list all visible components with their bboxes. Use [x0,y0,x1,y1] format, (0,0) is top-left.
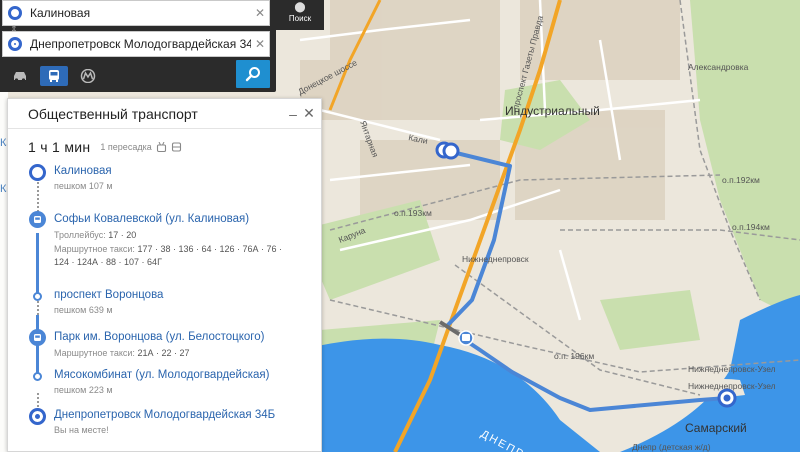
route-to-field[interactable]: Днепропетровск Молодогвардейская 34Б ✕ [2,31,270,57]
route-summary[interactable]: 1 ч 1 мин 1 пересадка [8,135,321,159]
bus-icon [49,70,59,82]
ride-segment [36,233,39,297]
step-trolleybus-routes: Троллейбус: 17 · 20 [54,230,137,240]
step-name: Парк им. Воронцова (ул. Белостоцкого) [54,331,265,343]
route-to-value: Днепропетровск Молодогвардейская 34Б [30,37,251,51]
map-district-label: Самарский [685,421,747,435]
bus-stop-marker[interactable] [458,330,474,346]
clear-icon[interactable]: ✕ [251,37,269,51]
step-name: Калиновая [54,165,112,177]
map-street-label: Александровка [688,62,749,72]
map-station-label: о.п. 196км [554,351,594,361]
end-point-icon [29,408,46,425]
step-walk-distance: пешком 223 м [54,385,113,395]
step-minibus-routes: Маршрутное такси: 21А · 22 · 27 [54,348,190,358]
step-name: Софьи Ковалевской (ул. Калиновая) [54,213,250,225]
route-duration: 1 ч 1 мин [28,139,91,155]
metro-icon [80,69,96,83]
bus-icon [171,141,181,152]
step-arrival-note: Вы на месте! [54,425,109,435]
start-point-icon [29,164,46,181]
step-walk-distance: пешком 639 м [54,305,113,315]
step-minibus-routes-cont: 124 · 124А · 88 · 107 · 64Г [54,257,162,267]
close-icon[interactable]: ✕ [301,105,317,122]
step-name: проспект Воронцова [54,289,164,301]
minimize-icon[interactable]: – [285,106,301,122]
map-station-label: Нижнеднепровск-Узел [688,381,776,391]
search-button[interactable]: ⬤ Поиск [276,0,324,30]
route-transfers: 1 пересадка [100,142,152,152]
map-pin-icon: ⬤ [294,2,306,13]
route-from-field[interactable]: Калиновая ✕ [2,0,270,26]
map-station-label: о.п.192км [722,175,760,185]
route-start-marker[interactable] [435,141,460,160]
clear-icon[interactable]: ✕ [251,6,269,20]
route-from-value: Калиновая [30,6,91,20]
route-search-box: Калиновая ✕ ⇕ Днепропетровск Молодогвард… [0,0,276,92]
search-icon [245,67,260,82]
exit-point-icon [33,372,42,381]
find-route-button[interactable] [236,60,270,88]
panel-header: Общественный транспорт – ✕ [8,99,321,129]
step-walk-distance: пешком 107 м [54,181,113,191]
bus-stop-icon [29,329,46,346]
route-end-marker[interactable] [717,388,737,408]
step-name: Днепропетровск Молодогвардейская 34Б [54,409,276,421]
transit-route-panel: Общественный транспорт – ✕ 1 ч 1 мин 1 п… [7,98,322,452]
end-point-icon [8,37,22,51]
map-station-label: о.п.194км [732,222,770,232]
trolleybus-stop-icon [29,211,46,228]
car-icon [14,72,26,82]
trolleybus-icon [156,141,166,152]
start-point-icon [8,6,22,20]
step-minibus-routes: Маршрутное такси: 177 · 38 · 136 · 64 · … [54,244,283,254]
step-name: Мясокомбинат (ул. Молодогвардейская) [54,369,270,381]
panel-title: Общественный транспорт [28,105,198,122]
map-station-label: о.п.193км [394,208,432,218]
mode-car-button[interactable] [6,66,34,86]
search-button-label: Поиск [288,14,312,23]
mode-metro-button[interactable] [74,66,102,86]
transfer-point-icon [33,292,42,301]
mode-bus-button[interactable] [40,66,68,86]
map-station-label: Нижнеднепровск-Узел [688,364,776,374]
map-station-label: Нижнеднепровск [462,254,529,264]
map-railway-label: Днепр (детская ж/д) [632,442,711,452]
